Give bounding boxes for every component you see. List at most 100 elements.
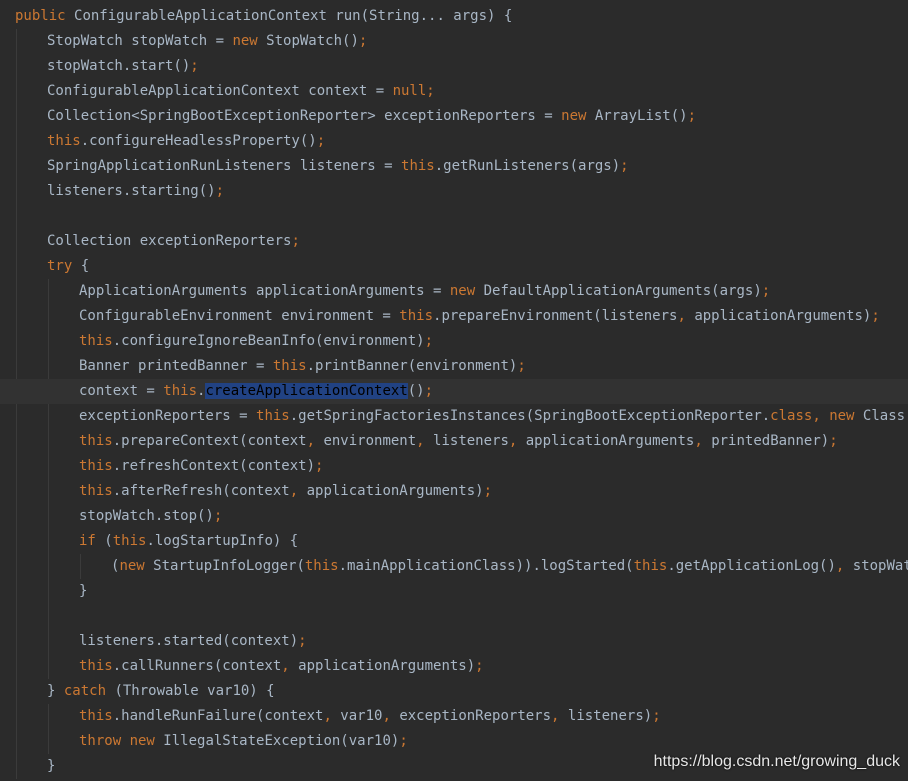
- code-line[interactable]: this.configureHeadlessProperty();: [0, 129, 908, 154]
- code-keyword: catch: [63, 683, 115, 699]
- code-keyword: public: [15, 8, 75, 24]
- code-line[interactable]: this.refreshContext(context);: [0, 454, 908, 479]
- code-keyword: this: [47, 133, 81, 149]
- code-line[interactable]: exceptionReporters = this.getSpringFacto…: [0, 404, 908, 429]
- code-line[interactable]: Collection exceptionReporters;: [0, 229, 908, 254]
- code-line[interactable]: if (this.logStartupInfo) {: [0, 529, 908, 554]
- code-keyword: new: [232, 33, 267, 49]
- code-token: (): [407, 383, 425, 399]
- code-token: ;: [483, 483, 493, 499]
- code-keyword: this: [79, 333, 113, 349]
- code-token: }: [79, 583, 88, 599]
- selected-text: createApplicationContext: [205, 383, 408, 399]
- code-line[interactable]: public ConfigurableApplicationContext ru…: [0, 4, 908, 29]
- code-line[interactable]: [0, 204, 908, 229]
- code-token: .refreshContext(context): [112, 458, 316, 474]
- code-keyword: this: [304, 558, 339, 574]
- code-keyword: class: [770, 408, 813, 424]
- code-token: ;: [215, 183, 225, 199]
- code-token: .mainApplicationClass)).logStarted(: [338, 558, 634, 574]
- code-keyword: this: [79, 658, 113, 674]
- code-line[interactable]: context = this.createApplicationContext(…: [0, 379, 908, 404]
- code-line[interactable]: [0, 604, 908, 629]
- code-keyword: throw new: [79, 733, 164, 749]
- code-token: ;: [358, 33, 368, 49]
- code-line[interactable]: (new StartupInfoLogger(this.mainApplicat…: [0, 554, 908, 579]
- code-line[interactable]: }: [0, 579, 908, 604]
- code-token: .configureIgnoreBeanInfo(environment): [112, 333, 425, 349]
- code-token: ;: [761, 283, 771, 299]
- code-token: exceptionReporters =: [79, 408, 257, 424]
- code-line[interactable]: StopWatch stopWatch = new StopWatch();: [0, 29, 908, 54]
- code-line[interactable]: this.afterRefresh(context, applicationAr…: [0, 479, 908, 504]
- code-token: ConfigurableApplicationContext context =: [47, 83, 393, 99]
- code-token: .printBanner(environment): [306, 358, 518, 374]
- code-line[interactable]: ConfigurableEnvironment environment = th…: [0, 304, 908, 329]
- code-token: ;: [190, 58, 199, 74]
- code-keyword: new: [119, 558, 154, 574]
- code-keyword: try: [47, 258, 81, 274]
- code-line[interactable]: listeners.started(context);: [0, 629, 908, 654]
- code-line[interactable]: Banner printedBanner = this.printBanner(…: [0, 354, 908, 379]
- code-token: .configureHeadlessProperty(): [80, 133, 317, 149]
- code-keyword: this: [112, 533, 147, 549]
- code-token: SpringApplicationRunListeners listeners …: [47, 158, 402, 174]
- code-keyword: this: [272, 358, 307, 374]
- code-token: ,: [694, 433, 712, 449]
- code-line[interactable]: stopWatch.start();: [0, 54, 908, 79]
- code-token: exceptionReporters: [399, 708, 552, 724]
- code-keyword: new: [829, 408, 863, 424]
- code-editor[interactable]: public ConfigurableApplicationContext ru…: [0, 0, 908, 781]
- code-token: ;: [475, 658, 484, 674]
- code-line[interactable]: this.callRunners(context, applicationArg…: [0, 654, 908, 679]
- code-token: listeners.started(context): [79, 633, 299, 649]
- code-keyword: null: [392, 83, 427, 99]
- code-token: ,: [835, 558, 853, 574]
- code-line[interactable]: this.handleRunFailure(context, var10, ex…: [0, 704, 908, 729]
- code-token: StopWatch stopWatch =: [47, 33, 233, 49]
- code-token: ;: [871, 308, 880, 324]
- code-token: ;: [316, 133, 326, 149]
- code-token: listeners.starting(): [47, 183, 216, 199]
- code-line[interactable]: SpringApplicationRunListeners listeners …: [0, 154, 908, 179]
- code-token: ConfigurableApplicationContext run(Strin…: [74, 8, 513, 24]
- code-keyword: this: [79, 458, 113, 474]
- code-token: ,: [289, 483, 307, 499]
- code-line[interactable]: listeners.starting();: [0, 179, 908, 204]
- code-line[interactable]: ConfigurableApplicationContext context =…: [0, 79, 908, 104]
- code-line[interactable]: this.prepareContext(context, environment…: [0, 429, 908, 454]
- code-token: .afterRefresh(context: [112, 483, 290, 499]
- code-line[interactable]: stopWatch.stop();: [0, 504, 908, 529]
- code-line[interactable]: try {: [0, 254, 908, 279]
- code-token: IllegalStateException(var10): [163, 733, 400, 749]
- code-line[interactable]: } catch (Throwable var10) {: [0, 679, 908, 704]
- code-line[interactable]: ApplicationArguments applicationArgument…: [0, 279, 908, 304]
- code-line[interactable]: this.configureIgnoreBeanInfo(environment…: [0, 329, 908, 354]
- code-token: }: [47, 683, 64, 699]
- code-token: ;: [399, 733, 408, 749]
- code-token: .getSpringFactoriesInstances(SpringBootE…: [289, 408, 771, 424]
- code-token: stopWatch.stop(): [79, 508, 214, 524]
- code-token: context =: [79, 383, 164, 399]
- code-keyword: if: [79, 533, 105, 549]
- code-token: (Throwable var10) {: [114, 683, 275, 699]
- code-token: applicationArguments): [694, 308, 872, 324]
- code-keyword: this: [633, 558, 668, 574]
- code-token: ConfigurableEnvironment environment =: [79, 308, 400, 324]
- code-keyword: this: [79, 483, 113, 499]
- code-keyword: new: [561, 108, 595, 124]
- code-token: {: [80, 258, 90, 274]
- code-line[interactable]: Collection<SpringBootExceptionReporter> …: [0, 104, 908, 129]
- code-token: ,: [281, 658, 299, 674]
- code-token: ApplicationArguments applicationArgument…: [79, 283, 450, 299]
- code-token: stopWatch.start(): [47, 58, 191, 74]
- code-token: listeners): [567, 708, 653, 724]
- code-line[interactable]: throw new IllegalStateException(var10);: [0, 729, 908, 754]
- code-keyword: this: [256, 408, 290, 424]
- code-token: ;: [829, 433, 838, 449]
- code-token: .getRunListeners(args): [434, 158, 621, 174]
- code-token: .logStartupInfo) {: [146, 533, 299, 549]
- code-keyword: this: [79, 708, 113, 724]
- code-token: ;: [517, 358, 526, 374]
- code-keyword: this: [79, 433, 113, 449]
